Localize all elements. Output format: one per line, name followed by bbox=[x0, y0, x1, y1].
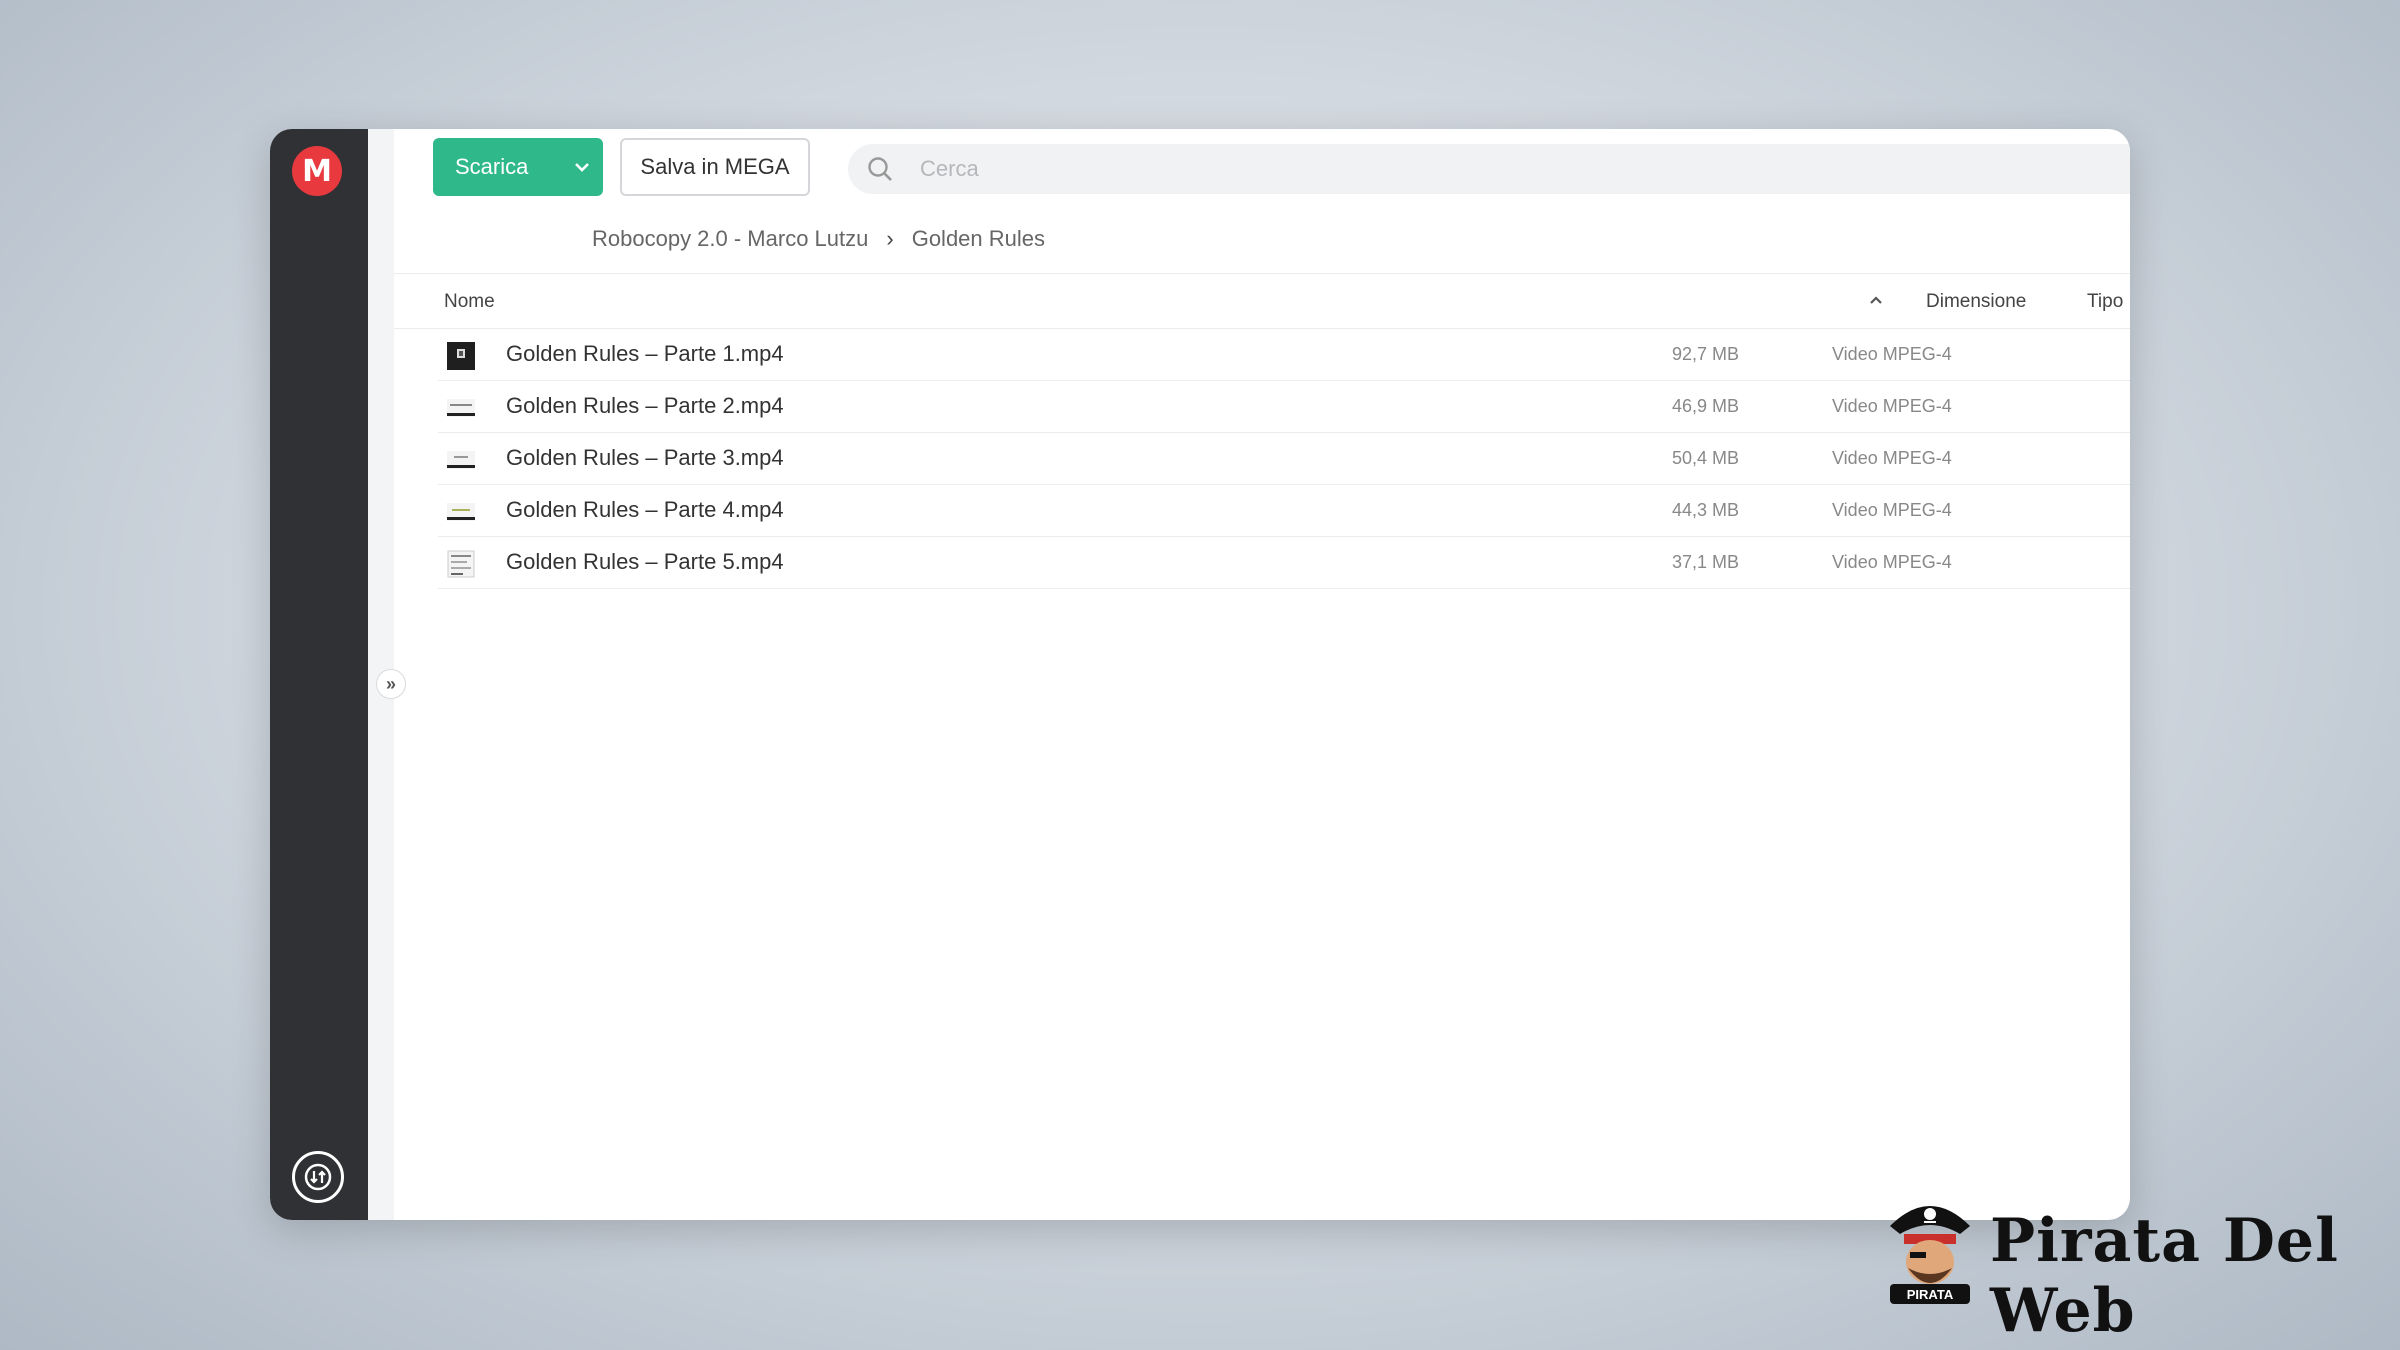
mega-logo-icon[interactable]: M bbox=[292, 146, 342, 196]
file-name: Golden Rules – Parte 2.mp4 bbox=[506, 393, 784, 418]
video-thumbnail-icon bbox=[447, 550, 475, 578]
transfer-icon[interactable] bbox=[292, 1151, 344, 1203]
table-row[interactable]: Golden Rules – Parte 5.mp4 37,1 MB Video… bbox=[438, 537, 2130, 589]
search-bar bbox=[848, 144, 2130, 194]
file-name: Golden Rules – Parte 4.mp4 bbox=[506, 497, 784, 522]
save-in-mega-button[interactable]: Salva in MEGA bbox=[620, 138, 810, 196]
file-name: Golden Rules – Parte 1.mp4 bbox=[506, 341, 784, 366]
file-name: Golden Rules – Parte 5.mp4 bbox=[506, 549, 784, 574]
video-thumbnail-icon bbox=[447, 342, 475, 370]
search-input[interactable] bbox=[920, 156, 1820, 182]
file-size: 37,1 MB bbox=[1672, 552, 1740, 572]
svg-text:PIRATA: PIRATA bbox=[1907, 1287, 1954, 1302]
breadcrumb-item-parent[interactable]: Robocopy 2.0 - Marco Lutzu bbox=[592, 226, 868, 252]
app-window: M » Scarica Salva in MEGA Robocopy 2.0 -… bbox=[270, 129, 2130, 1220]
file-size: 50,4 MB bbox=[1672, 448, 1740, 468]
pirate-mascot-icon: PIRATA bbox=[1890, 1206, 1970, 1304]
download-button[interactable]: Scarica bbox=[433, 138, 603, 196]
table-row[interactable]: Golden Rules – Parte 3.mp4 50,4 MB Video… bbox=[438, 433, 2130, 485]
download-button-label: Scarica bbox=[455, 154, 529, 179]
table-row[interactable]: Golden Rules – Parte 1.mp4 92,7 MB Video… bbox=[438, 329, 2130, 381]
file-type: Video MPEG-4 bbox=[1832, 448, 1952, 468]
file-size: 44,3 MB bbox=[1672, 500, 1740, 520]
file-list: Golden Rules – Parte 1.mp4 92,7 MB Video… bbox=[438, 329, 2130, 589]
video-thumbnail-icon bbox=[447, 503, 475, 521]
table-row[interactable]: Golden Rules – Parte 4.mp4 44,3 MB Video… bbox=[438, 485, 2130, 537]
file-type: Video MPEG-4 bbox=[1832, 396, 1952, 416]
table-row[interactable]: Golden Rules – Parte 2.mp4 46,9 MB Video… bbox=[438, 381, 2130, 433]
double-chevron-right-icon[interactable]: » bbox=[376, 669, 406, 699]
sidebar: M bbox=[270, 129, 368, 1220]
file-type: Video MPEG-4 bbox=[1832, 500, 1952, 520]
chevron-up-icon[interactable] bbox=[1868, 292, 1884, 314]
watermark-logo: PIRATA Pirata Del Web bbox=[1880, 1186, 2340, 1346]
chevron-down-icon[interactable] bbox=[561, 161, 603, 173]
file-size: 46,9 MB bbox=[1672, 396, 1740, 416]
table-header: Nome Dimensione Tipo bbox=[394, 273, 2130, 329]
file-name: Golden Rules – Parte 3.mp4 bbox=[506, 445, 784, 470]
breadcrumb: Robocopy 2.0 - Marco Lutzu › Golden Rule… bbox=[592, 221, 1045, 257]
file-type: Video MPEG-4 bbox=[1832, 552, 1952, 572]
chevron-right-icon: › bbox=[886, 226, 894, 251]
column-header-type[interactable]: Tipo bbox=[2087, 274, 2123, 330]
breadcrumb-item-current[interactable]: Golden Rules bbox=[912, 226, 1045, 252]
column-header-size[interactable]: Dimensione bbox=[1926, 274, 2026, 330]
file-type: Video MPEG-4 bbox=[1832, 344, 1952, 364]
video-thumbnail-icon bbox=[447, 451, 475, 469]
file-size: 92,7 MB bbox=[1672, 344, 1740, 364]
video-thumbnail-icon bbox=[447, 399, 475, 417]
search-icon bbox=[848, 155, 912, 183]
watermark-text: Pirata Del Web bbox=[1990, 1206, 2339, 1346]
column-header-name[interactable]: Nome bbox=[444, 274, 495, 330]
